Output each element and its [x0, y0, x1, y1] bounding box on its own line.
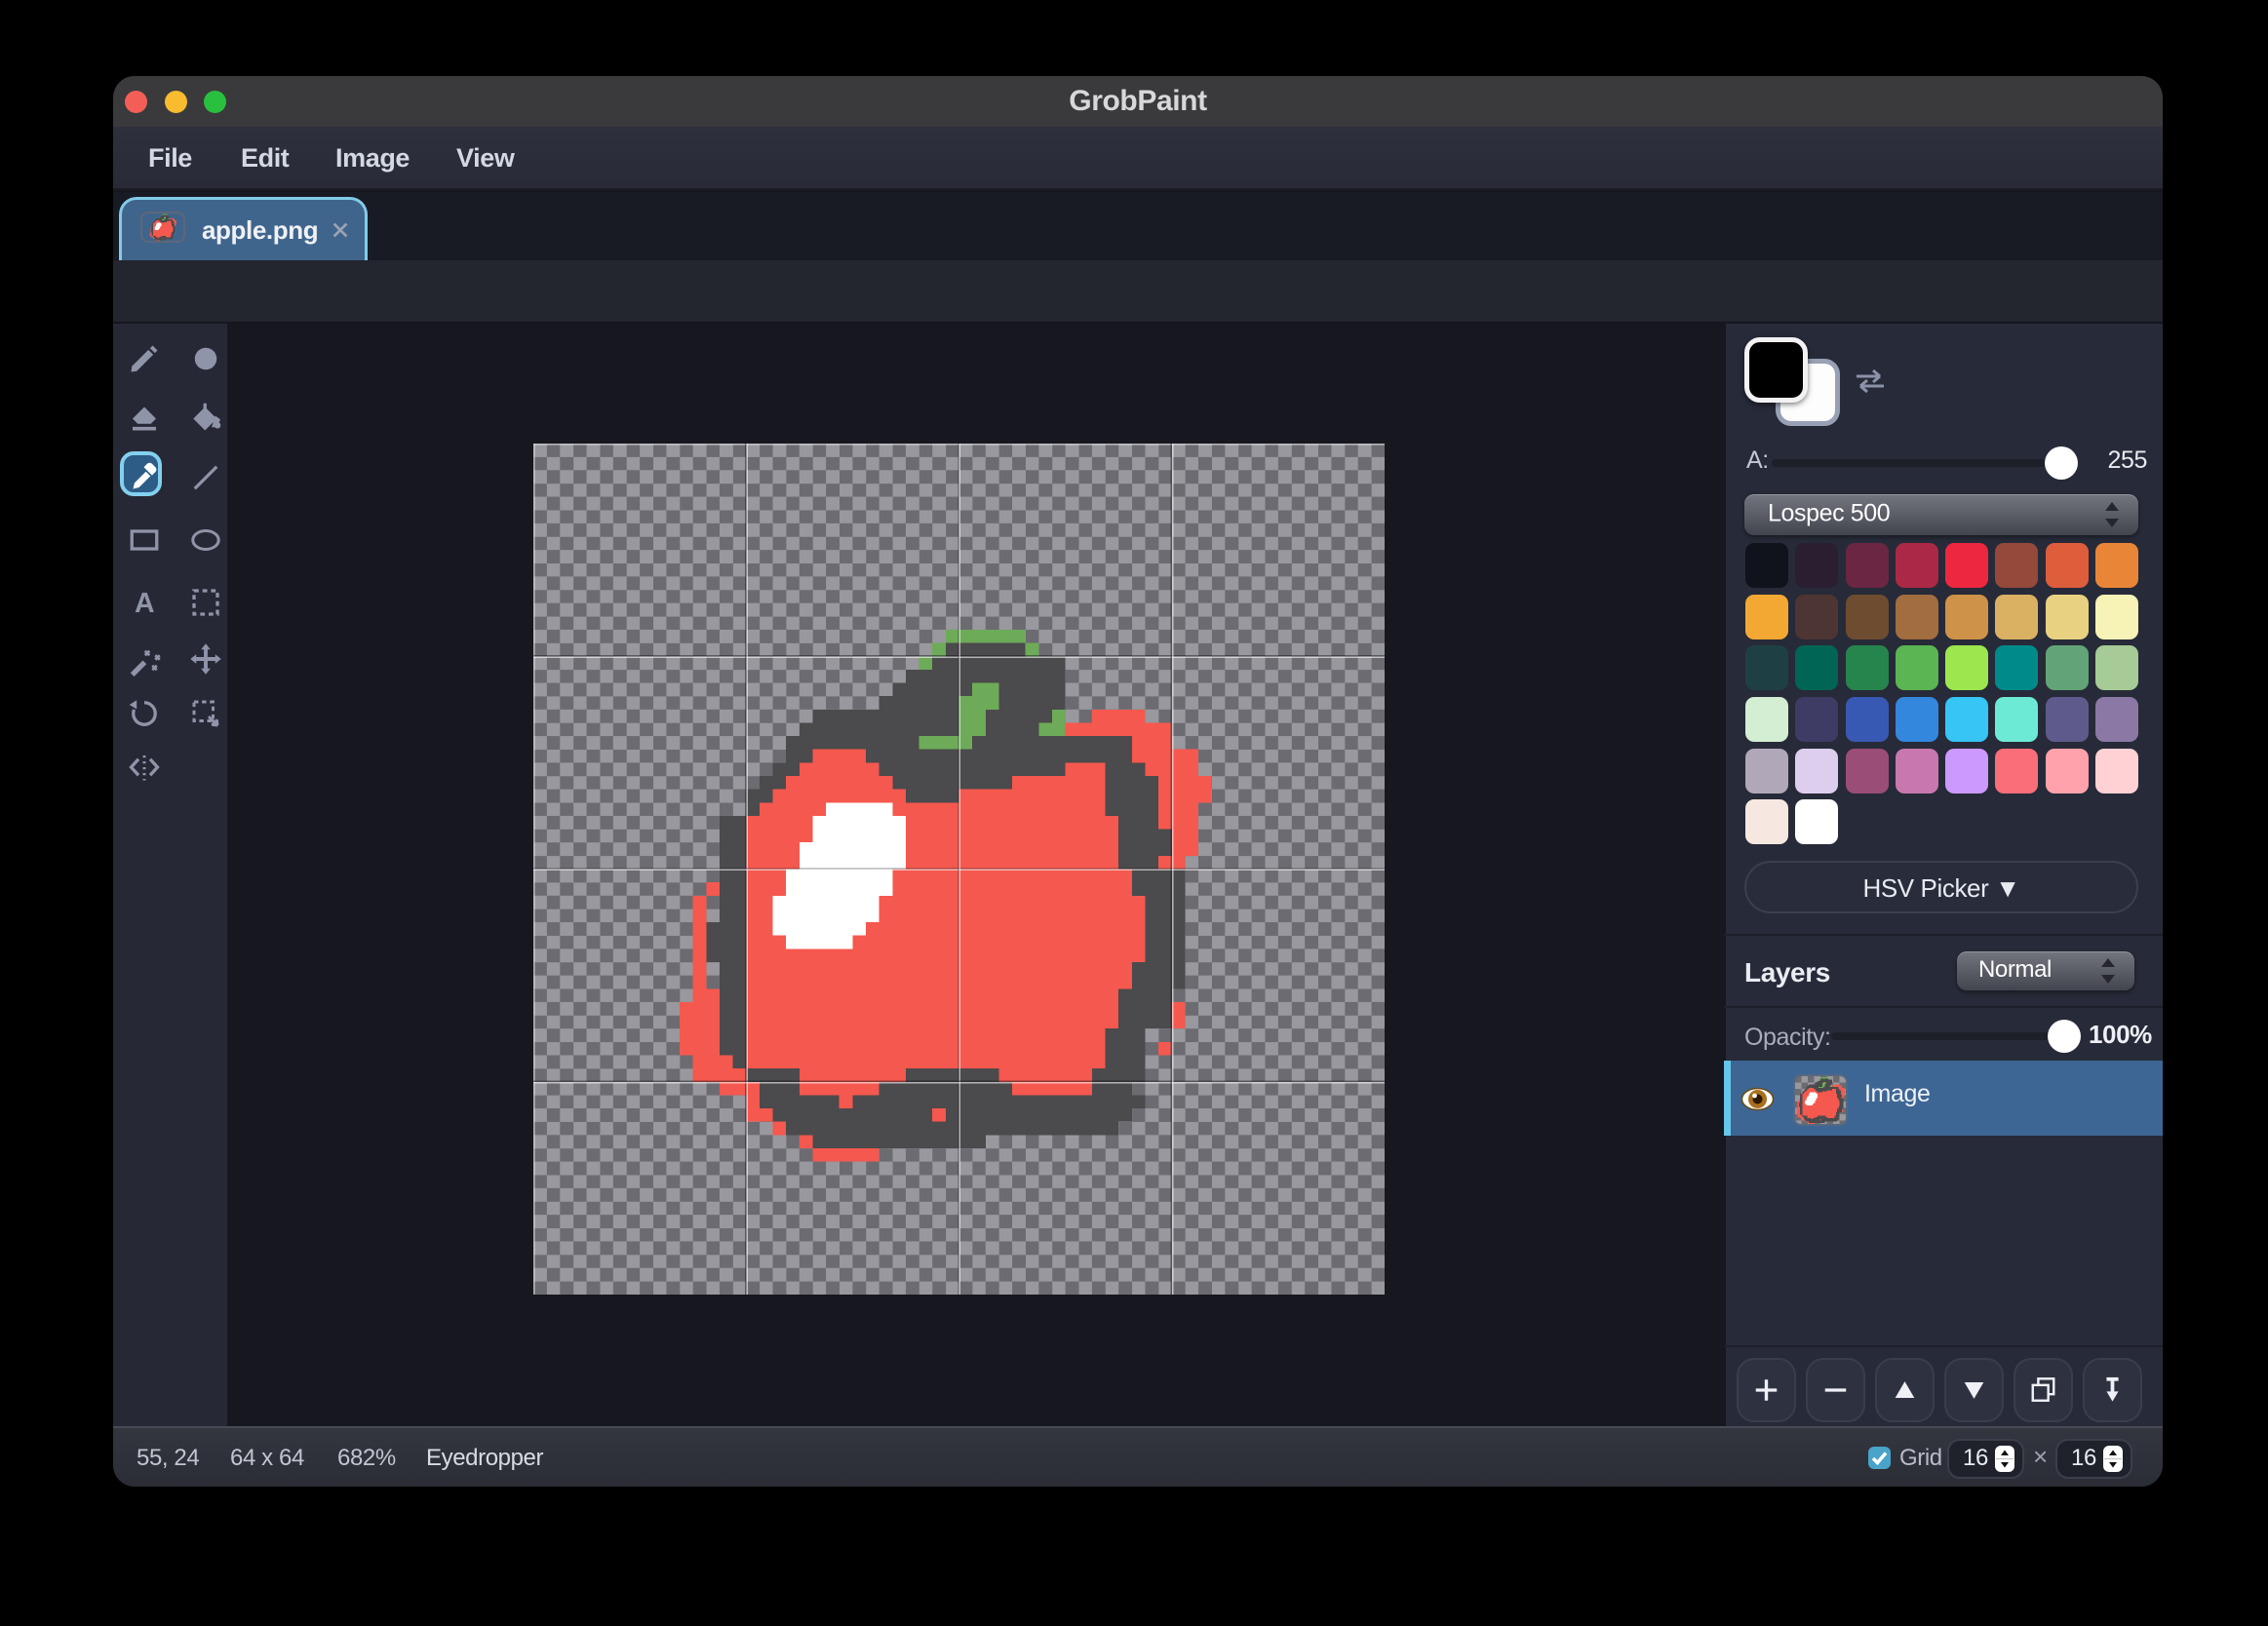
svg-text:A: A	[135, 588, 154, 619]
